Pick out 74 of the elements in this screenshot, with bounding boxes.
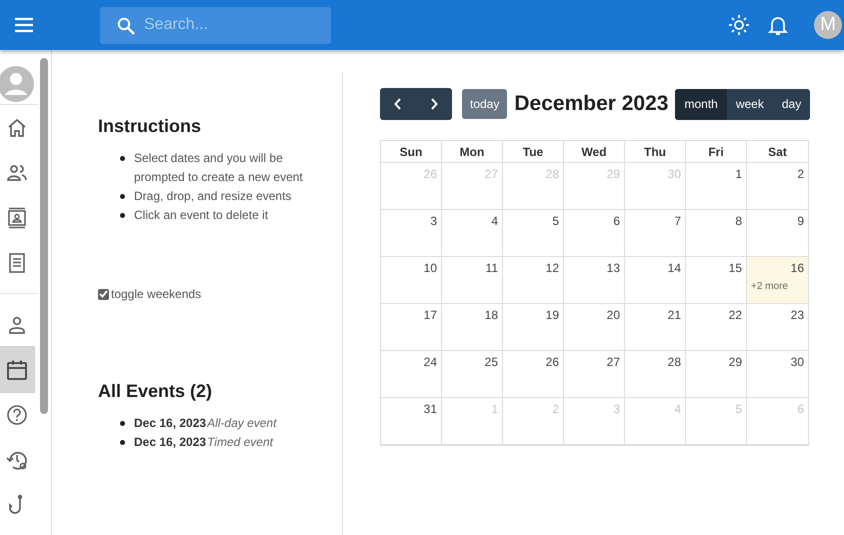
- event-date: Dec 16, 2023: [134, 416, 206, 430]
- view-tab[interactable]: day: [772, 88, 810, 120]
- weekday-header: Mon: [442, 141, 503, 163]
- checkbox-label: toggle weekends: [111, 287, 202, 301]
- today-cell[interactable]: 16 +2 more: [747, 257, 808, 304]
- day-number[interactable]: 31: [424, 402, 437, 416]
- day-number[interactable]: 20: [606, 308, 620, 322]
- day-number[interactable]: 5: [552, 214, 559, 228]
- day-number[interactable]: 21: [668, 308, 681, 322]
- day-number[interactable]: 26: [546, 355, 559, 369]
- day-number[interactable]: 23: [790, 308, 804, 322]
- day-number[interactable]: 27: [606, 355, 620, 369]
- weekday-header: Wed: [564, 141, 625, 163]
- day-number[interactable]: 18: [484, 308, 498, 322]
- day-number[interactable]: 13: [606, 261, 620, 275]
- sidebar-item[interactable]: [0, 347, 34, 392]
- weekday-header: Thu: [625, 141, 686, 163]
- day-number[interactable]: 9: [797, 214, 804, 228]
- day-number[interactable]: 1: [735, 167, 742, 181]
- day-number[interactable]: 28: [668, 355, 681, 369]
- bullet-icon: [120, 421, 125, 426]
- day-number[interactable]: 29: [728, 355, 742, 369]
- bullet-icon: [120, 194, 125, 199]
- search-field[interactable]: Search...: [100, 6, 331, 44]
- day-number[interactable]: 10: [424, 261, 437, 275]
- more-link[interactable]: +2 more: [751, 281, 788, 292]
- contact-card-icon: [6, 206, 28, 228]
- search-icon: [117, 16, 135, 34]
- bullet-icon: [120, 156, 125, 161]
- calendar-icon: [6, 358, 28, 380]
- bullet-icon: [120, 440, 125, 445]
- day-number[interactable]: 22: [728, 308, 742, 322]
- view-tab[interactable]: month: [675, 88, 727, 120]
- section-title: All Events (2): [98, 381, 214, 402]
- day-number[interactable]: 2: [797, 167, 804, 181]
- day-number[interactable]: 17: [424, 308, 437, 322]
- day-number[interactable]: 6: [613, 214, 620, 228]
- sun-icon[interactable]: [728, 14, 750, 36]
- calendar-title: December 2023: [514, 92, 668, 116]
- menu-icon[interactable]: [13, 16, 35, 34]
- weekday-header: Tue: [503, 141, 564, 163]
- checkbox[interactable]: [98, 288, 109, 300]
- day-number[interactable]: 24: [424, 355, 437, 369]
- day-number[interactable]: 19: [546, 308, 559, 322]
- day-number[interactable]: 11: [486, 261, 498, 275]
- help-icon: [6, 404, 28, 426]
- view-tab[interactable]: week: [726, 88, 773, 120]
- chevron-left-icon: [394, 98, 402, 110]
- weekday-header: Fri: [686, 141, 747, 163]
- weekday-header: Sat: [747, 141, 808, 163]
- instruction-text: Click an event to delete it: [134, 207, 270, 224]
- day-number[interactable]: 15: [728, 261, 742, 275]
- scrollbar[interactable]: [40, 58, 48, 414]
- bell-icon[interactable]: [768, 14, 788, 36]
- event-date: Dec 16, 2023: [134, 435, 206, 449]
- instruction-text: Select dates and you will be prompted to create a new event: [134, 150, 304, 186]
- day-number[interactable]: 7: [674, 214, 681, 228]
- day-number[interactable]: 12: [546, 261, 559, 275]
- event-title: Timed event: [207, 435, 273, 449]
- day-number[interactable]: 3: [430, 214, 437, 228]
- day-number[interactable]: 16: [790, 261, 804, 275]
- day-number[interactable]: 4: [491, 214, 498, 228]
- day-number[interactable]: 8: [735, 214, 742, 228]
- instruction-text: Drag, drop, and resize events: [134, 188, 292, 205]
- day-number[interactable]: 30: [790, 355, 804, 369]
- day-number[interactable]: 25: [484, 355, 498, 369]
- home-icon: [6, 116, 28, 138]
- section-title: Instructions: [98, 116, 202, 137]
- day-number[interactable]: 14: [668, 261, 681, 275]
- weekday-header: Sun: [381, 141, 442, 163]
- document-icon: [6, 252, 28, 274]
- bullet-icon: [120, 213, 125, 218]
- chevron-right-icon: [430, 98, 438, 110]
- event-title: All-day event: [207, 416, 276, 430]
